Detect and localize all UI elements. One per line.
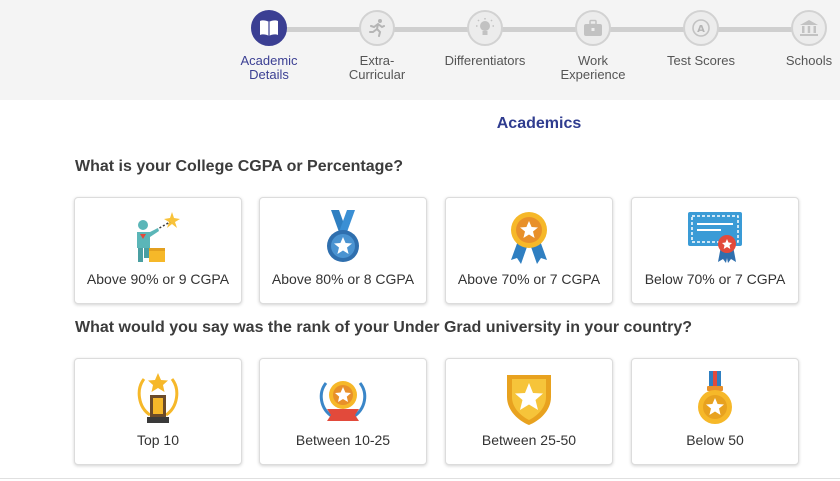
question-cgpa: What is your College CGPA or Percentage?: [75, 158, 404, 175]
step-extra-curricular[interactable]: Extra- Curricular: [322, 10, 432, 82]
option-label: Above 70% or 7 CGPA: [457, 271, 601, 287]
laurel-star-icon: [313, 369, 373, 429]
shield-star-icon: [499, 369, 559, 429]
step-schools[interactable]: Schools: [754, 10, 840, 68]
option-top-10[interactable]: Top 10: [74, 358, 242, 465]
option-label: Below 70% or 7 CGPA: [644, 271, 786, 287]
step-label: Differentiators: [444, 53, 526, 68]
medal-ribbon-icon: [313, 208, 373, 268]
option-below-50[interactable]: Below 50: [631, 358, 799, 465]
option-label: Between 25-50: [481, 432, 577, 448]
section-title: Academics: [496, 115, 582, 132]
option-label: Above 80% or 8 CGPA: [271, 271, 415, 287]
option-below-70[interactable]: Below 70% or 7 CGPA: [631, 197, 799, 304]
rosette-badge-icon: [499, 208, 559, 268]
step-differentiators[interactable]: Differentiators: [430, 10, 540, 68]
step-label: Work Experience: [560, 53, 626, 82]
step-label: Test Scores: [667, 53, 735, 68]
option-between-10-25[interactable]: Between 10-25: [259, 358, 427, 465]
progress-stepper: Academic Details Extra- Curricular Differe…: [0, 0, 840, 100]
question-rank: What would you say was the rank of your …: [75, 319, 692, 336]
option-label: Top 10: [136, 432, 180, 448]
option-label: Below 50: [686, 432, 744, 448]
briefcase-icon: [575, 10, 611, 46]
option-label: Above 90% or 9 CGPA: [86, 271, 230, 287]
runner-icon: [359, 10, 395, 46]
step-work-experience[interactable]: Work Experience: [538, 10, 648, 82]
step-label: Extra- Curricular: [348, 53, 406, 82]
option-between-25-50[interactable]: Between 25-50: [445, 358, 613, 465]
svg-text:A: A: [697, 24, 705, 35]
trophy-laurel-icon: [128, 369, 188, 429]
step-test-scores[interactable]: A Test Scores: [646, 10, 756, 68]
step-label: Schools: [785, 53, 833, 68]
certificate-icon: [685, 208, 745, 268]
step-label: Academic Details: [240, 53, 298, 82]
podium-winner-icon: [128, 208, 188, 268]
lightbulb-icon: [467, 10, 503, 46]
institution-icon: [791, 10, 827, 46]
step-academic-details[interactable]: Academic Details: [214, 10, 324, 82]
option-above-70[interactable]: Above 70% or 7 CGPA: [445, 197, 613, 304]
option-label: Between 10-25: [295, 432, 391, 448]
gold-medal-icon: [685, 369, 745, 429]
grade-a-icon: A: [683, 10, 719, 46]
option-above-90[interactable]: Above 90% or 9 CGPA: [74, 197, 242, 304]
divider: [0, 478, 840, 479]
option-above-80[interactable]: Above 80% or 8 CGPA: [259, 197, 427, 304]
book-icon: [251, 10, 287, 46]
